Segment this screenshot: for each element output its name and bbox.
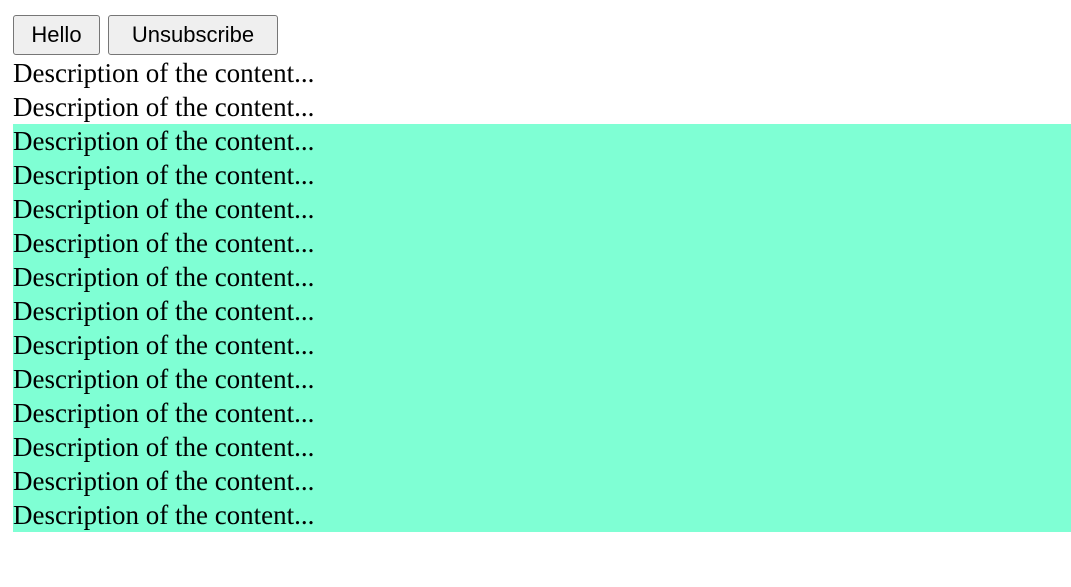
highlighted-description-line: Description of the content... bbox=[13, 432, 315, 462]
highlighted-description-line: Description of the content... bbox=[13, 262, 315, 292]
highlighted-description-line: Description of the content... bbox=[13, 364, 315, 394]
highlighted-description-list: Description of the content... Descriptio… bbox=[13, 124, 1071, 532]
highlighted-description-line: Description of the content... bbox=[13, 228, 315, 258]
plain-description-list: Description of the content... Descriptio… bbox=[13, 56, 1071, 124]
highlighted-description-line: Description of the content... bbox=[13, 296, 315, 326]
highlighted-description-line: Description of the content... bbox=[13, 330, 315, 360]
highlighted-description-line: Description of the content... bbox=[13, 398, 315, 428]
description-line: Description of the content... bbox=[13, 92, 315, 122]
highlighted-description-line: Description of the content... bbox=[13, 126, 315, 156]
highlighted-description-line: Description of the content... bbox=[13, 160, 315, 190]
highlighted-description-line: Description of the content... bbox=[13, 466, 315, 496]
hello-button[interactable]: Hello bbox=[13, 15, 100, 55]
button-bar: Hello Unsubscribe bbox=[13, 15, 1071, 55]
unsubscribe-button[interactable]: Unsubscribe bbox=[108, 15, 278, 55]
highlighted-description-line: Description of the content... bbox=[13, 500, 315, 530]
page-content: Hello Unsubscribe Description of the con… bbox=[13, 15, 1071, 532]
description-line: Description of the content... bbox=[13, 58, 315, 88]
highlighted-description-line: Description of the content... bbox=[13, 194, 315, 224]
